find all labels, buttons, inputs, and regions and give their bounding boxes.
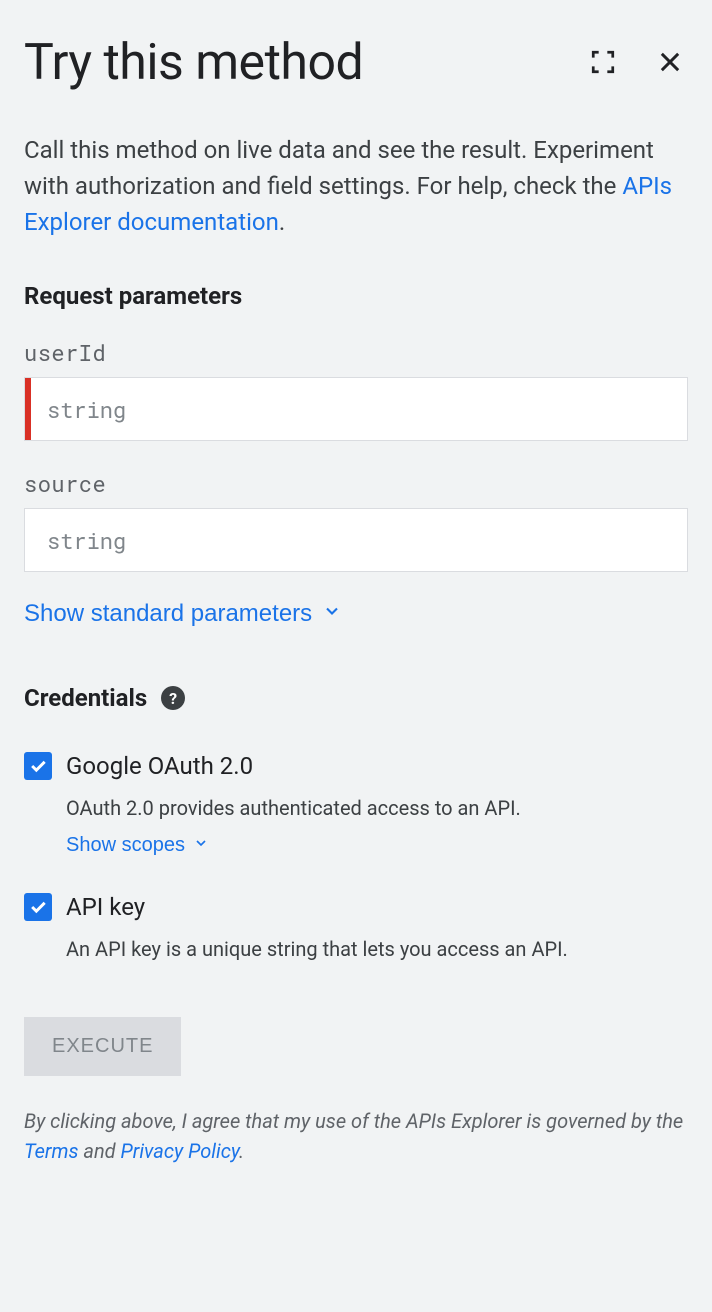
description-prefix: Call this method on live data and see th… — [24, 136, 654, 200]
show-scopes-toggle[interactable]: Show scopes — [66, 834, 209, 857]
footer-prefix: By clicking above, I agree that my use o… — [24, 1109, 683, 1133]
footer-period: . — [239, 1139, 244, 1163]
execute-button[interactable]: EXECUTE — [24, 1017, 181, 1076]
help-icon[interactable]: ? — [161, 686, 185, 710]
source-input[interactable] — [25, 509, 687, 571]
close-button[interactable] — [652, 44, 688, 83]
fullscreen-icon — [590, 49, 616, 78]
footer-disclaimer: By clicking above, I agree that my use o… — [24, 1106, 688, 1166]
terms-link[interactable]: Terms — [24, 1139, 78, 1163]
request-parameters-heading: Request parameters — [24, 282, 688, 310]
close-icon — [656, 48, 684, 79]
apikey-description: An API key is a unique string that lets … — [66, 937, 688, 961]
standard-params-label: Show standard parameters — [24, 600, 312, 628]
fullscreen-button[interactable] — [586, 45, 620, 82]
footer-and: and — [78, 1139, 120, 1163]
apikey-label: API key — [66, 893, 145, 921]
show-standard-parameters-toggle[interactable]: Show standard parameters — [24, 600, 342, 628]
privacy-link[interactable]: Privacy Policy — [121, 1139, 239, 1163]
chevron-down-icon — [322, 600, 342, 628]
description-suffix: . — [279, 208, 285, 236]
description-text: Call this method on live data and see th… — [24, 132, 688, 240]
userid-input[interactable] — [25, 378, 687, 440]
userid-label: userId — [24, 338, 688, 367]
oauth-checkbox[interactable] — [24, 752, 52, 780]
oauth-label: Google OAuth 2.0 — [66, 752, 253, 780]
show-scopes-label: Show scopes — [66, 834, 185, 857]
chevron-down-icon — [193, 834, 209, 857]
apikey-checkbox[interactable] — [24, 893, 52, 921]
page-title: Try this method — [24, 34, 363, 92]
source-label: source — [24, 469, 688, 498]
credentials-heading: Credentials — [24, 684, 147, 712]
oauth-description: OAuth 2.0 provides authenticated access … — [66, 796, 688, 820]
